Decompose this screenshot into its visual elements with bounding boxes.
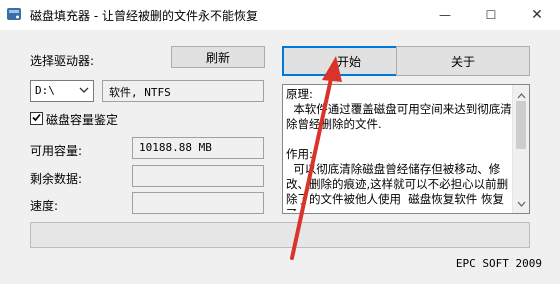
available-capacity-field: 10188.88 MB	[132, 137, 264, 159]
drive-info-field: 软件, NTFS	[102, 80, 264, 102]
checkmark-icon	[31, 112, 42, 125]
footer-text: EPC SOFT 2009	[455, 257, 542, 270]
available-capacity-label: 可用容量:	[30, 144, 83, 158]
disk-fill-app-icon	[6, 6, 22, 22]
refresh-button[interactable]: 刷新	[171, 46, 265, 68]
description-text: 原理: 本软件通过覆盖磁盘可用空间来达到彻底清除曾经删除的文件. 作用: 可以彻…	[286, 87, 512, 211]
close-icon[interactable]: ✕	[514, 0, 560, 30]
scroll-thumb[interactable]	[516, 101, 526, 149]
capacity-checkbox[interactable]	[30, 112, 43, 125]
chevron-down-icon	[79, 84, 89, 99]
description-textbox[interactable]: 原理: 本软件通过覆盖磁盘可用空间来达到彻底清除曾经删除的文件. 作用: 可以彻…	[282, 84, 530, 214]
remaining-data-field	[132, 165, 264, 187]
maximize-icon[interactable]: ☐	[468, 0, 514, 30]
drive-select-value: D:\	[35, 84, 55, 97]
drive-label: 选择驱动器:	[30, 54, 95, 68]
about-button[interactable]: 关于	[396, 46, 530, 76]
capacity-checkbox-label: 磁盘容量鉴定	[46, 113, 119, 127]
window-title: 磁盘填充器 - 让曾经被删的文件永不能恢复	[30, 9, 258, 23]
speed-field	[132, 192, 264, 214]
scroll-down-arrow-icon[interactable]	[517, 196, 526, 210]
remaining-data-label: 剩余数据:	[30, 172, 83, 186]
description-scrollbar[interactable]	[512, 85, 529, 213]
speed-label: 速度:	[30, 199, 59, 213]
minimize-icon[interactable]: —	[422, 0, 468, 30]
scroll-up-arrow-icon[interactable]	[517, 88, 526, 102]
drive-select[interactable]: D:\	[30, 80, 94, 102]
progress-bar	[30, 222, 530, 248]
